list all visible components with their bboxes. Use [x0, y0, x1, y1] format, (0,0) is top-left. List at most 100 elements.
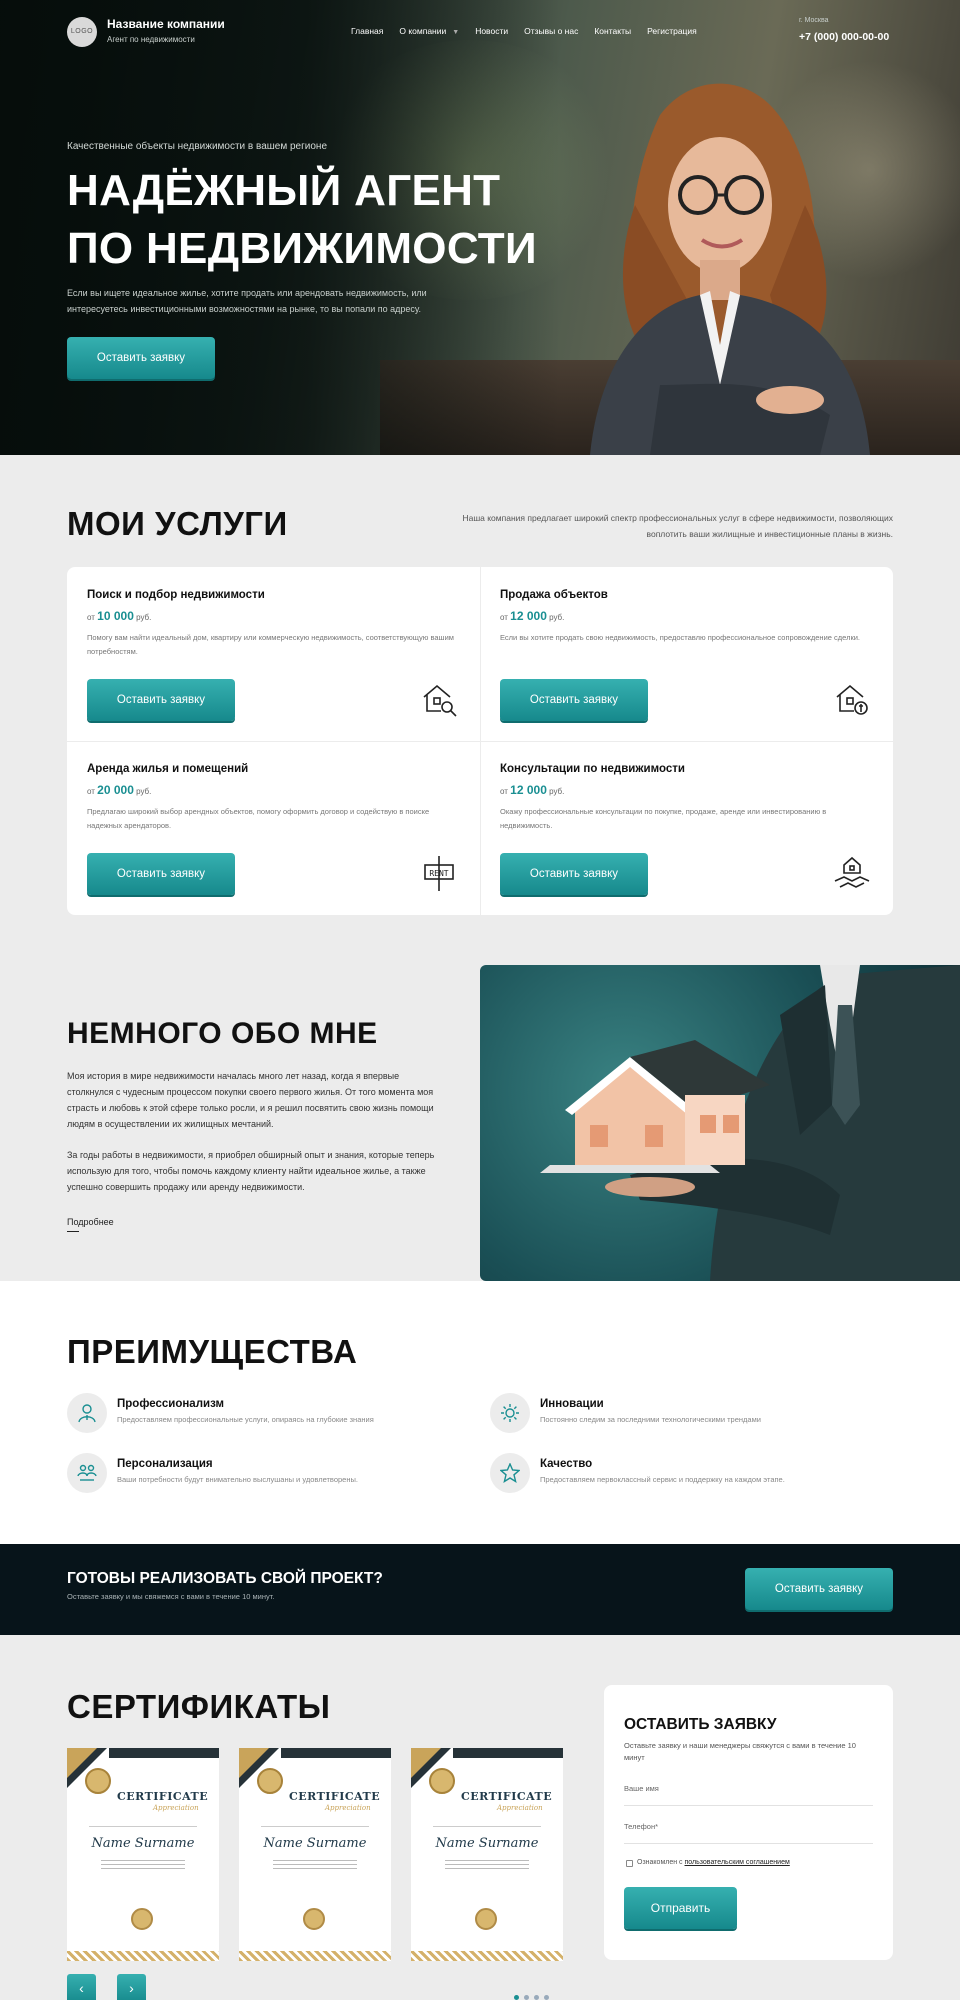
cert-heading: CERTIFICATE: [461, 1790, 553, 1803]
price-value: 20 000: [97, 783, 134, 797]
carousel-prev-button[interactable]: ‹: [67, 1974, 96, 2000]
carousel-dot[interactable]: [534, 1995, 539, 2000]
submit-button[interactable]: Отправить: [624, 1887, 737, 1929]
hero-section: LOGO Название компании Агент по недвижим…: [0, 0, 960, 455]
service-title: Аренда жилья и помещений: [87, 763, 249, 775]
advantage-title: Персонализация: [117, 1458, 213, 1470]
logo[interactable]: LOGO: [67, 17, 97, 47]
service-price: от 10 000 руб.: [87, 609, 151, 623]
carousel-next-button[interactable]: ›: [117, 1974, 146, 2000]
agent-with-house-illustration: [540, 965, 960, 1281]
nav-reviews[interactable]: Отзывы о нас: [524, 26, 578, 36]
service-price: от 12 000 руб.: [500, 783, 564, 797]
cta-subtitle: Оставьте заявку и мы свяжемся с вами в т…: [67, 1592, 275, 1601]
about-photo: [480, 965, 960, 1281]
agree-checkbox[interactable]: [626, 1860, 633, 1867]
price-prefix: от: [500, 613, 508, 622]
certificate-card[interactable]: CERTIFICATE Appreciation Name Surname: [411, 1748, 563, 1961]
cert-text-lines: [101, 1860, 185, 1872]
cert-name: Name Surname: [263, 1836, 367, 1851]
house-search-icon: [423, 684, 457, 717]
advantage-icon-circle: [67, 1453, 107, 1493]
service-description: Помогу вам найти идеальный дом, квартиру…: [87, 633, 454, 656]
price-prefix: от: [87, 613, 95, 622]
nav-about-label: О компании: [399, 26, 447, 36]
advantage-description: Ваши потребности будут внимательно выслу…: [117, 1475, 358, 1484]
service-description: Предлагаю широкий выбор арендных объекто…: [87, 807, 430, 830]
service-request-button[interactable]: Оставить заявку: [500, 853, 648, 895]
phone-link[interactable]: +7 (000) 000-00-00: [799, 31, 889, 43]
house-money-icon: [836, 684, 868, 715]
nav-contacts[interactable]: Контакты: [594, 26, 631, 36]
service-item: Поиск и подбор недвижимости от 10 000 ру…: [67, 567, 480, 741]
service-price: от 20 000 руб.: [87, 783, 151, 797]
hero-title: НАДЁЖНЫЙ АГЕНТ ПО НЕДВИЖИМОСТИ: [67, 162, 587, 278]
certificates-title: СЕРТИФИКАТЫ: [67, 1688, 331, 1725]
advantage-title: Профессионализм: [117, 1398, 225, 1410]
company-name[interactable]: Название компании: [107, 17, 225, 31]
agree-label: Ознакомлен с пользовательским соглашение…: [637, 1859, 790, 1866]
form-subtitle: Оставьте заявку и наши менеджеры свяжутс…: [624, 1741, 856, 1762]
professional-icon: [78, 1404, 96, 1423]
gear-icon: [501, 1404, 519, 1422]
more-underline: [67, 1231, 79, 1232]
cert-subheading: Appreciation: [153, 1804, 199, 1812]
carousel-dot[interactable]: [544, 1995, 549, 2000]
nav-home[interactable]: Главная: [351, 26, 383, 36]
advantage-title: Инновации: [540, 1398, 604, 1410]
advantage-description: Постоянно следим за последними технологи…: [540, 1415, 761, 1424]
cert-border: [67, 1951, 219, 1961]
services-intro: Наша компания предлагает широкий спектр …: [462, 513, 893, 539]
cert-text-lines: [273, 1860, 357, 1872]
cta-request-button[interactable]: Оставить заявку: [745, 1568, 893, 1610]
carousel-dots: [514, 1995, 549, 2000]
service-item: Продажа объектов от 12 000 руб. Если вы …: [480, 567, 893, 741]
hero-description: Если вы ищете идеальное жилье, хотите пр…: [67, 288, 427, 314]
rent-sign-icon: RENT: [424, 856, 454, 891]
service-item: Консультации по недвижимости от 12 000 р…: [480, 741, 893, 915]
services-card: Поиск и подбор недвижимости от 10 000 ру…: [67, 567, 893, 915]
rent-sign-text: RENT: [429, 869, 448, 878]
certificate-card[interactable]: CERTIFICATE Appreciation Name Surname: [67, 1748, 219, 1961]
carousel-dot[interactable]: [524, 1995, 529, 2000]
service-description: Если вы хотите продать свою недвижимость…: [500, 633, 860, 642]
service-request-button[interactable]: Оставить заявку: [87, 853, 235, 895]
cert-decor: [109, 1748, 219, 1758]
advantage-title: Качество: [540, 1458, 593, 1470]
agreement-link[interactable]: пользовательским соглашением: [685, 1859, 790, 1866]
nav-news[interactable]: Новости: [475, 26, 508, 36]
cert-line: [261, 1826, 369, 1827]
phone-field[interactable]: Телефон*: [624, 1822, 873, 1844]
price-currency: руб.: [549, 613, 565, 622]
cert-border: [411, 1951, 563, 1961]
advantage-item: Профессионализм Предоставляем профессион…: [67, 1393, 427, 1433]
nav-about[interactable]: О компании ▼: [399, 26, 459, 36]
service-request-button[interactable]: Оставить заявку: [500, 679, 648, 721]
service-description: Окажу профессиональные консультации по п…: [500, 807, 827, 830]
main-nav: Главная О компании ▼ Новости Отзывы о нас…: [351, 26, 697, 36]
price-currency: руб.: [136, 613, 152, 622]
service-request-button[interactable]: Оставить заявку: [87, 679, 235, 721]
advantages-title: ПРЕИМУЩЕСТВА: [67, 1333, 358, 1370]
services-title: МОИ УСЛУГИ: [67, 505, 288, 542]
name-field[interactable]: Ваше имя: [624, 1784, 873, 1806]
hands-people-icon: [77, 1464, 97, 1481]
advantage-description: Предоставляем первоклассный сервис и под…: [540, 1475, 785, 1484]
service-item: Аренда жилья и помещений от 20 000 руб. …: [67, 741, 480, 915]
nav-register[interactable]: Регистрация: [647, 26, 697, 36]
hero-kicker: Качественные объекты недвижимости в ваше…: [67, 141, 327, 152]
price-currency: руб.: [136, 787, 152, 796]
cert-decor: [453, 1748, 563, 1758]
cert-name: Name Surname: [435, 1836, 539, 1851]
seal-icon: [85, 1768, 111, 1794]
hero-title-line1: НАДЁЖНЫЙ АГЕНТ: [67, 166, 501, 215]
cert-heading: CERTIFICATE: [289, 1790, 381, 1803]
more-link[interactable]: Подробнее: [67, 1217, 114, 1227]
agent-photo: [590, 83, 870, 455]
price-value: 12 000: [510, 783, 547, 797]
carousel-dot[interactable]: [514, 1995, 519, 2000]
hero-request-button[interactable]: Оставить заявку: [67, 337, 215, 379]
about-paragraph: Моя история в мире недвижимости началась…: [67, 1071, 434, 1129]
form-title: ОСТАВИТЬ ЗАЯВКУ: [624, 1716, 777, 1733]
certificate-card[interactable]: CERTIFICATE Appreciation Name Surname: [239, 1748, 391, 1961]
